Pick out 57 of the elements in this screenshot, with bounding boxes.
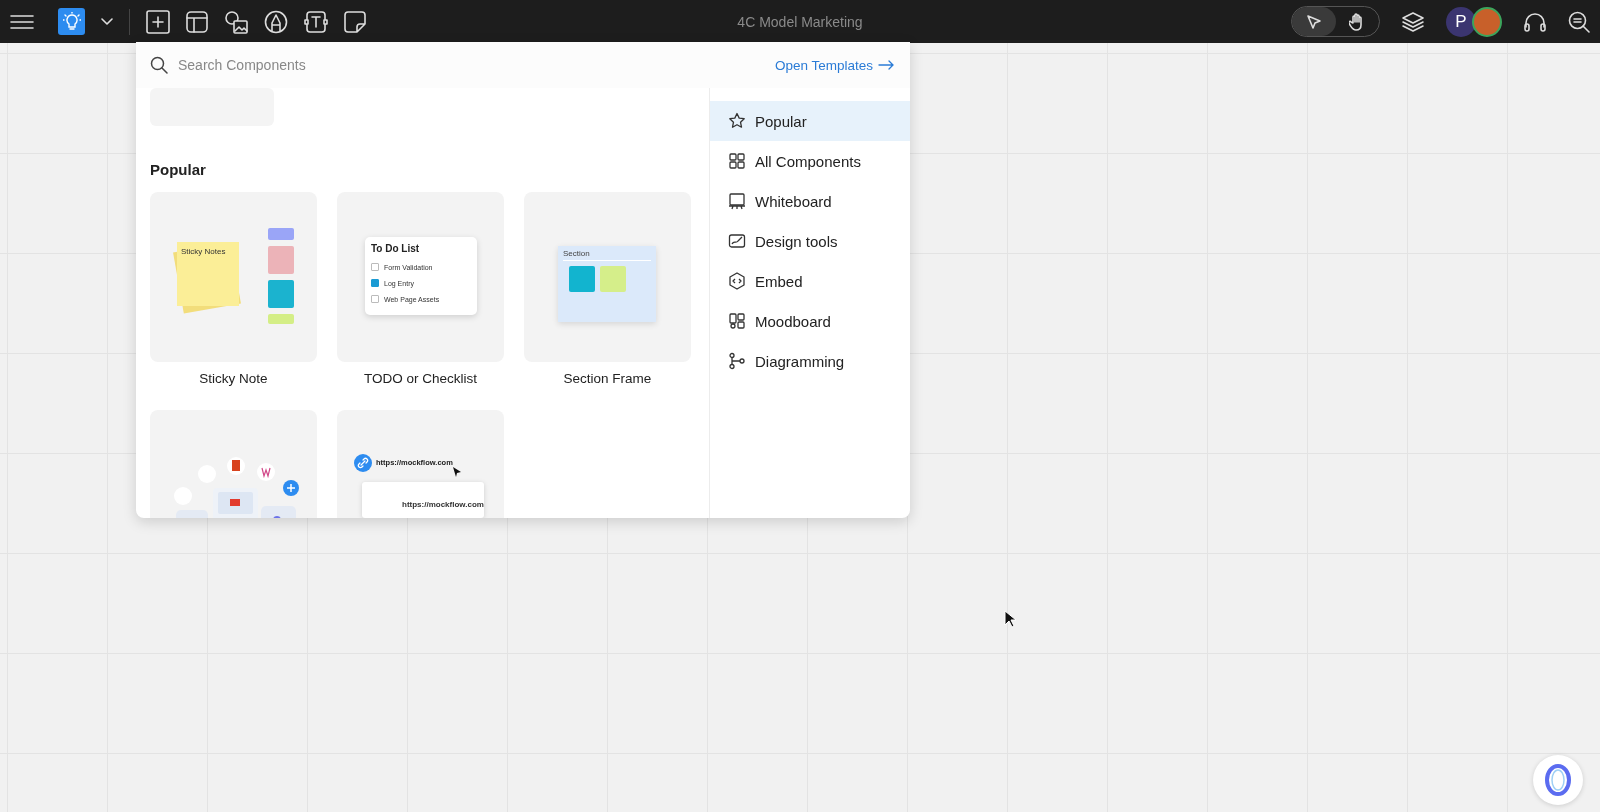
whiteboard-icon: [728, 192, 746, 210]
category-item[interactable]: Embed: [710, 261, 910, 301]
category-item[interactable]: All Components: [710, 141, 910, 181]
layout-icon[interactable]: [186, 10, 208, 33]
component-card[interactable]: Sticky Notes: [150, 192, 317, 362]
drawing-board-icon: [728, 232, 746, 250]
search-icon[interactable]: [1568, 10, 1590, 33]
search-icon: [150, 56, 168, 74]
sticky-note-icon[interactable]: [344, 10, 366, 33]
sticky-note: [600, 266, 626, 292]
url-text: https://mockflow.com: [402, 500, 484, 509]
component-card[interactable]: Section: [524, 192, 691, 362]
color-swatch: [268, 228, 294, 240]
checklist-title: To Do List: [371, 243, 421, 254]
layers-icon[interactable]: [1402, 11, 1424, 32]
search-field[interactable]: Search Components: [178, 53, 765, 77]
user-avatar[interactable]: P: [1446, 6, 1476, 37]
category-item[interactable]: Popular: [710, 101, 910, 141]
pen-circle-icon[interactable]: [264, 9, 288, 34]
user-avatar-photo[interactable]: [1472, 6, 1502, 37]
category-item[interactable]: Whiteboard: [710, 181, 910, 221]
headset-icon[interactable]: [1524, 11, 1546, 32]
category-item[interactable]: Design tools: [710, 221, 910, 261]
pointer-icon: [1305, 13, 1322, 30]
code-hexagon-icon: [728, 272, 746, 290]
sticky-note: [569, 266, 595, 292]
menu-icon[interactable]: [10, 13, 34, 30]
help-button[interactable]: [1533, 755, 1583, 805]
diagram-icon: [728, 352, 746, 370]
moodboard-icon: [728, 312, 746, 330]
link-icon: [354, 454, 372, 472]
cursor-icon: [452, 466, 462, 478]
pointer-tool-button[interactable]: [1292, 7, 1336, 36]
chevron-down-icon[interactable]: [101, 17, 113, 26]
frame-title: Section: [563, 249, 651, 261]
open-templates-link[interactable]: Open Templates: [774, 57, 894, 73]
star-icon: [728, 112, 746, 130]
grid-icon: [728, 152, 746, 170]
arrow-right-icon: [878, 60, 894, 70]
category-item[interactable]: Diagramming: [710, 341, 910, 381]
text-box-icon[interactable]: [304, 10, 328, 33]
lightbulb-icon: [62, 11, 81, 32]
lightbulb-button[interactable]: [58, 8, 85, 35]
image-icon[interactable]: [224, 9, 248, 34]
color-swatch: [268, 246, 294, 274]
category-item[interactable]: Moodboard: [710, 301, 910, 341]
card-label: Sticky Note: [199, 370, 268, 388]
color-swatch: [268, 314, 294, 324]
color-swatch: [268, 280, 294, 308]
add-icon[interactable]: [146, 9, 170, 34]
document-title: 4C Model Marketing: [737, 13, 863, 30]
section-heading: Popular: [150, 161, 207, 178]
cursor-icon: [1004, 610, 1016, 628]
note-title: Sticky Notes: [181, 247, 227, 256]
ring-logo-icon: [1544, 764, 1572, 796]
card-label: Section Frame: [563, 370, 652, 388]
card-label: TODO or Checklist: [364, 370, 477, 388]
